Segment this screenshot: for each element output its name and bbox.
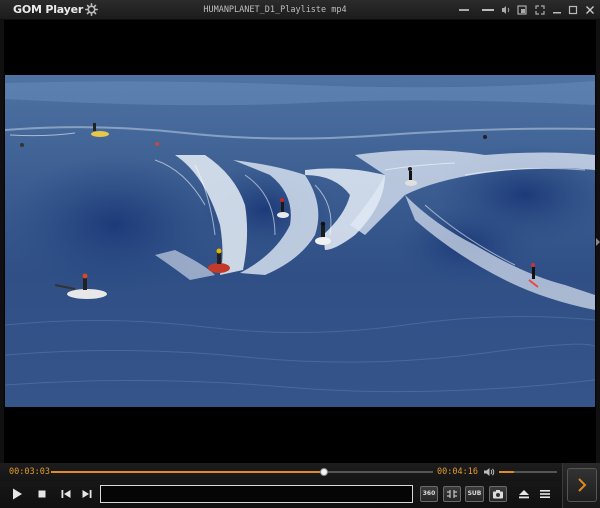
mini-mode-icon[interactable] <box>516 4 528 16</box>
chevron-right-icon <box>578 478 587 492</box>
audio-settings-icon <box>447 490 457 498</box>
app-logo[interactable]: GOM Player <box>13 3 83 17</box>
next-button[interactable] <box>79 486 95 502</box>
current-time: 00:03:03 <box>9 467 50 477</box>
subtitle-label: SUB <box>467 490 482 497</box>
seek-bar-row: 00:03:03 00:04:16 <box>0 463 562 481</box>
fullscreen-icon[interactable] <box>534 4 546 16</box>
video-area[interactable] <box>4 20 596 463</box>
next-icon <box>82 490 92 498</box>
gear-icon[interactable] <box>85 3 98 16</box>
audio-settings-button[interactable] <box>443 486 461 502</box>
seek-handle[interactable] <box>320 468 329 476</box>
playlist-input[interactable] <box>100 485 413 503</box>
playlist-panel-area <box>562 463 600 508</box>
previous-button[interactable] <box>58 486 74 502</box>
file-title: HUMANPLANET_D1_Playliste mp4 <box>203 5 347 15</box>
menu-button[interactable] <box>537 486 553 502</box>
maximize-icon[interactable] <box>567 4 579 16</box>
resize-grip-icon[interactable] <box>596 236 600 248</box>
audio-mode-icon[interactable] <box>481 4 495 16</box>
seek-bar[interactable] <box>51 468 433 476</box>
camera-icon <box>493 490 503 499</box>
playlist-toggle-button[interactable] <box>567 468 597 502</box>
total-time: 00:04:16 <box>437 467 478 477</box>
title-bar: GOM Player HUMANPLANET_D1_Playliste mp4 <box>0 0 600 20</box>
video-image <box>5 75 595 407</box>
video-settings-label: 360 <box>422 490 436 497</box>
volume-icon[interactable] <box>483 466 495 478</box>
play-button[interactable] <box>9 486 25 502</box>
eject-icon <box>519 490 529 499</box>
window-mode-icon[interactable] <box>458 4 470 16</box>
video-settings-button[interactable]: 360 <box>420 486 438 502</box>
seek-progress <box>51 471 325 473</box>
play-icon <box>13 488 22 500</box>
previous-icon <box>61 490 71 498</box>
subtitle-button[interactable]: SUB <box>465 486 484 502</box>
video-frame[interactable] <box>5 75 595 407</box>
control-bar: 360 SUB <box>0 481 562 508</box>
menu-icon <box>540 490 550 498</box>
screenshot-button[interactable] <box>489 486 507 502</box>
eject-button[interactable] <box>516 486 532 502</box>
stop-icon <box>38 490 46 498</box>
volume-level <box>499 471 514 473</box>
close-icon[interactable] <box>584 4 596 16</box>
picture-in-picture-icon[interactable] <box>500 4 512 16</box>
stop-button[interactable] <box>34 486 50 502</box>
minimize-icon[interactable] <box>551 4 563 16</box>
volume-slider[interactable] <box>499 471 557 473</box>
